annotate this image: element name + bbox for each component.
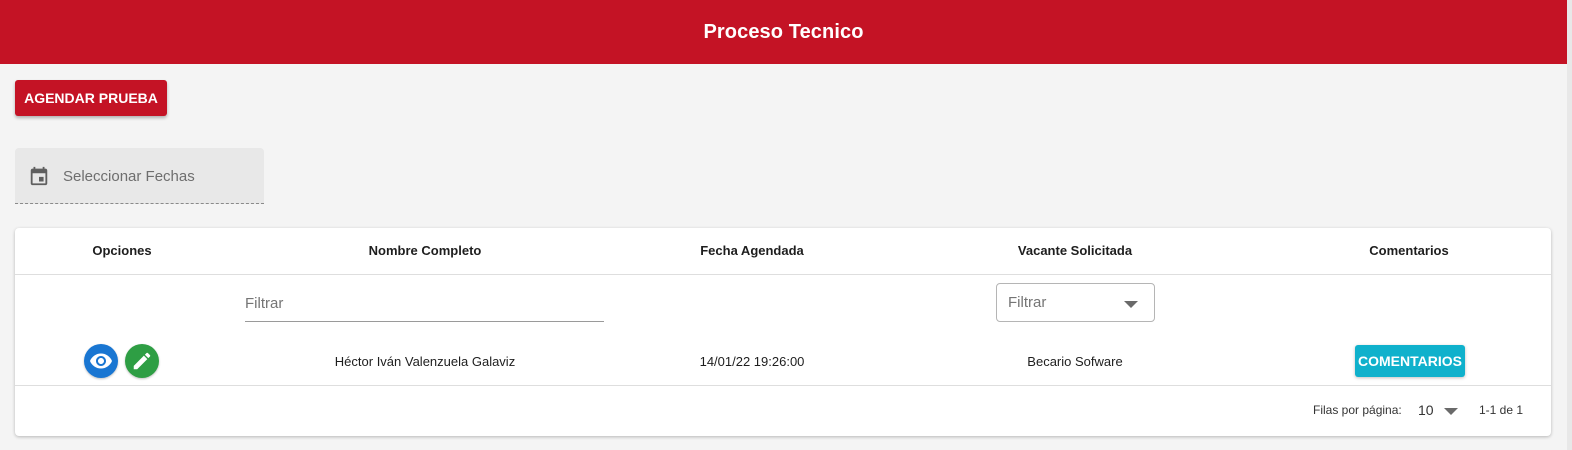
vacante-filter-label: Filtrar	[1008, 294, 1047, 311]
vacante-filter-select[interactable]: Filtrar	[996, 283, 1155, 322]
comentarios-button[interactable]: COMENTARIOS	[1355, 345, 1465, 377]
date-range-input[interactable]	[63, 164, 253, 188]
scrollbar-track[interactable]	[1567, 0, 1572, 450]
results-table: Opciones Nombre Completo Fecha Agendada …	[15, 228, 1551, 436]
agendar-prueba-button[interactable]: AGENDAR PRUEBA	[15, 80, 167, 116]
column-header-fecha[interactable]: Fecha Agendada	[700, 243, 804, 258]
footer-divider	[15, 385, 1551, 386]
chevron-down-icon	[1124, 301, 1138, 308]
calendar-icon[interactable]	[28, 165, 50, 187]
date-range-field[interactable]	[15, 148, 264, 204]
cell-fecha: 14/01/22 19:26:00	[699, 354, 805, 369]
column-header-opciones[interactable]: Opciones	[92, 243, 151, 258]
rows-per-page-label: Filas por página:	[1313, 403, 1402, 417]
eye-icon	[90, 353, 112, 369]
column-header-nombre[interactable]: Nombre Completo	[369, 243, 482, 258]
pagination-range: 1-1 de 1	[1479, 403, 1524, 417]
rows-per-page-select[interactable]: 10	[1416, 397, 1466, 423]
chevron-down-icon	[1444, 408, 1458, 415]
column-header-comentarios[interactable]: Comentarios	[1369, 243, 1448, 258]
header-divider	[15, 274, 1551, 275]
column-header-vacante[interactable]: Vacante Solicitada	[1018, 243, 1132, 258]
rows-per-page-value: 10	[1418, 402, 1434, 418]
cell-nombre: Héctor Iván Valenzuela Galaviz	[334, 354, 516, 369]
cell-vacante: Becario Sofware	[1027, 354, 1123, 369]
pencil-icon	[133, 352, 151, 370]
nombre-filter-input[interactable]	[245, 286, 604, 322]
app-header: Proceso Tecnico	[0, 0, 1567, 64]
edit-button[interactable]	[125, 344, 159, 378]
view-button[interactable]	[84, 344, 118, 378]
page-title: Proceso Tecnico	[703, 20, 864, 43]
